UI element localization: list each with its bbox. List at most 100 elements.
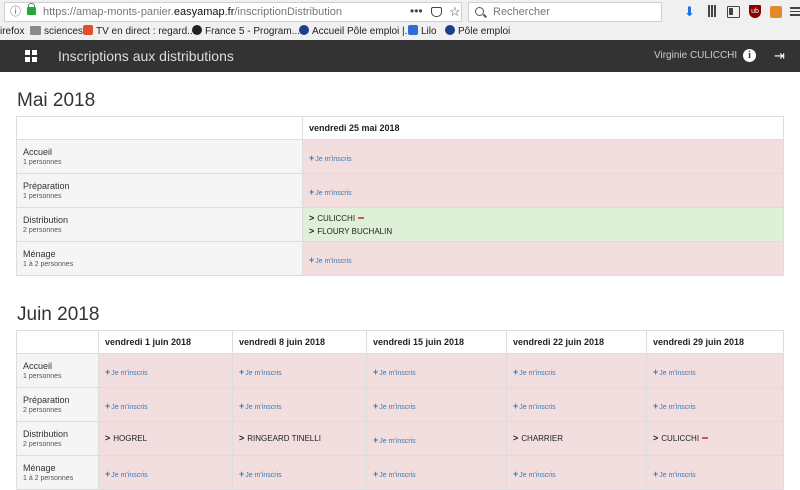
chevron-right-icon: > [309, 212, 315, 223]
plus-icon: + [373, 400, 379, 411]
search-input[interactable]: Rechercher [468, 2, 662, 22]
registered-person: > CULICCHI [309, 212, 777, 225]
user-name[interactable]: Virginie CULICCHI [654, 40, 737, 72]
url-bar[interactable]: ⓘ https://amap-monts-panier.easyamap.fr/… [4, 2, 462, 22]
june-schedule-table: vendredi 1 juin 2018 vendredi 8 juin 201… [16, 330, 784, 490]
corner-cell [16, 330, 99, 354]
chevron-right-icon: > [513, 433, 519, 443]
chevron-right-icon: > [309, 225, 315, 236]
signup-link[interactable]: +Je m'inscris [239, 400, 282, 411]
extension-icon[interactable] [770, 6, 782, 18]
info-icon[interactable]: ⓘ [10, 3, 21, 21]
plus-icon: + [653, 400, 659, 411]
remove-icon[interactable] [358, 216, 365, 219]
signup-link[interactable]: +Je m'inscris [373, 434, 416, 445]
sidebar-icon[interactable] [727, 6, 740, 18]
bookmark-france5[interactable]: France 5 - Program... [192, 24, 300, 40]
plus-icon: + [513, 468, 519, 479]
remove-icon[interactable] [702, 437, 709, 439]
slot-cell: +Je m'inscris [302, 241, 784, 276]
role-preparation: Préparation 1 personnes [16, 173, 303, 208]
slot-cell: +Je m'inscris [98, 353, 233, 388]
slot-cell: +Je m'inscris [366, 455, 507, 490]
menu-icon[interactable] [790, 5, 800, 19]
plus-icon: + [239, 366, 245, 377]
slot-cell-filled: > CULICCHI > FLOURY BUCHALIN [302, 207, 784, 242]
signup-link[interactable]: +Je m'inscris [105, 400, 148, 411]
plus-icon: + [653, 366, 659, 377]
signup-link[interactable]: +Je m'inscris [239, 366, 282, 377]
signup-link[interactable]: +Je m'inscris [513, 400, 556, 411]
plus-icon: + [105, 366, 111, 377]
signup-link[interactable]: +Je m'inscris [309, 254, 352, 265]
bookmark-tv-direct[interactable]: TV en direct : regard... [83, 24, 196, 40]
signup-link[interactable]: +Je m'inscris [513, 468, 556, 479]
plus-icon: + [373, 434, 379, 445]
chevron-right-icon: > [653, 433, 659, 443]
signup-link[interactable]: +Je m'inscris [653, 468, 696, 479]
plus-icon: + [309, 152, 315, 163]
logout-icon[interactable]: ⇥ [774, 49, 787, 62]
plus-icon: + [105, 468, 111, 479]
pole-emploi-icon [445, 25, 455, 35]
slot-cell: +Je m'inscris [98, 387, 233, 422]
bookmark-firefox[interactable]: irefox [0, 24, 24, 40]
slot-cell: +Je m'inscris [646, 455, 784, 490]
apps-grid-icon[interactable] [25, 50, 37, 62]
month-title-may: Mai 2018 [17, 90, 96, 111]
registered-person: > FLOURY BUCHALIN [309, 225, 393, 236]
signup-link[interactable]: +Je m'inscris [239, 469, 282, 479]
signup-link[interactable]: +Je m'inscris [373, 400, 416, 411]
bookmark-pole-emploi[interactable]: Pôle emploi [445, 24, 510, 40]
role-distribution: Distribution 2 personnes [16, 207, 303, 242]
plus-icon: + [513, 366, 519, 377]
plus-icon: + [239, 400, 245, 411]
signup-link[interactable]: +Je m'inscris [105, 366, 148, 377]
download-icon[interactable]: ⬇ [684, 5, 695, 19]
role-menage: Ménage 1 à 2 personnes [16, 455, 99, 490]
slot-cell: +Je m'inscris [506, 353, 647, 388]
slot-cell: +Je m'inscris [302, 139, 784, 174]
bookmark-lilo[interactable]: Lilo [408, 24, 437, 40]
page-actions-icon[interactable]: ••• [410, 2, 423, 20]
signup-link[interactable]: +Je m'inscris [309, 187, 352, 197]
plus-icon: + [373, 366, 379, 377]
plus-icon: + [513, 400, 519, 411]
slot-cell: +Je m'inscris [98, 455, 233, 490]
url-text: https://amap-monts-panier.easyamap.fr/in… [43, 6, 342, 18]
bookmark-pole-emploi-accueil[interactable]: Accueil Pôle emploi |... [299, 24, 413, 40]
pole-emploi-icon [299, 25, 309, 35]
chevron-right-icon: > [105, 433, 111, 443]
library-icon[interactable] [705, 5, 719, 19]
registered-person: > CULICCHI [653, 432, 777, 445]
info-icon[interactable]: i [743, 49, 756, 62]
signup-link[interactable]: +Je m'inscris [373, 366, 416, 377]
slot-cell: > HOGREL [98, 421, 233, 456]
slot-cell: > CHARRIER [506, 421, 647, 456]
signup-link[interactable]: +Je m'inscris [373, 469, 416, 479]
signup-link[interactable]: +Je m'inscris [513, 366, 556, 377]
signup-link[interactable]: +Je m'inscris [105, 468, 148, 479]
slot-cell: +Je m'inscris [232, 353, 367, 388]
ublock-icon[interactable]: ub [749, 5, 761, 18]
bookmarks-bar: irefox sciences TV en direct : regard...… [0, 24, 800, 41]
plus-icon: + [309, 254, 315, 265]
slot-cell: +Je m'inscris [506, 455, 647, 490]
search-placeholder: Rechercher [493, 6, 550, 18]
signup-link[interactable]: +Je m'inscris [653, 366, 696, 377]
plus-icon: + [105, 400, 111, 411]
slot-cell: > CULICCHI [646, 421, 784, 456]
signup-link[interactable]: +Je m'inscris [309, 152, 352, 163]
france5-icon [192, 25, 202, 35]
role-accueil: Accueil 1 personnes [16, 353, 99, 388]
bookmark-star-icon[interactable]: ☆ [449, 3, 461, 21]
date-header: vendredi 8 juin 2018 [232, 330, 367, 354]
browser-toolbar: ⓘ https://amap-monts-panier.easyamap.fr/… [0, 0, 800, 24]
lock-icon [27, 3, 36, 15]
pocket-icon[interactable] [431, 7, 442, 17]
slot-cell: +Je m'inscris [302, 173, 784, 208]
bookmark-sciences[interactable]: sciences [30, 24, 83, 40]
signup-link[interactable]: +Je m'inscris [653, 400, 696, 411]
plus-icon: + [653, 468, 659, 479]
slot-cell: +Je m'inscris [646, 387, 784, 422]
